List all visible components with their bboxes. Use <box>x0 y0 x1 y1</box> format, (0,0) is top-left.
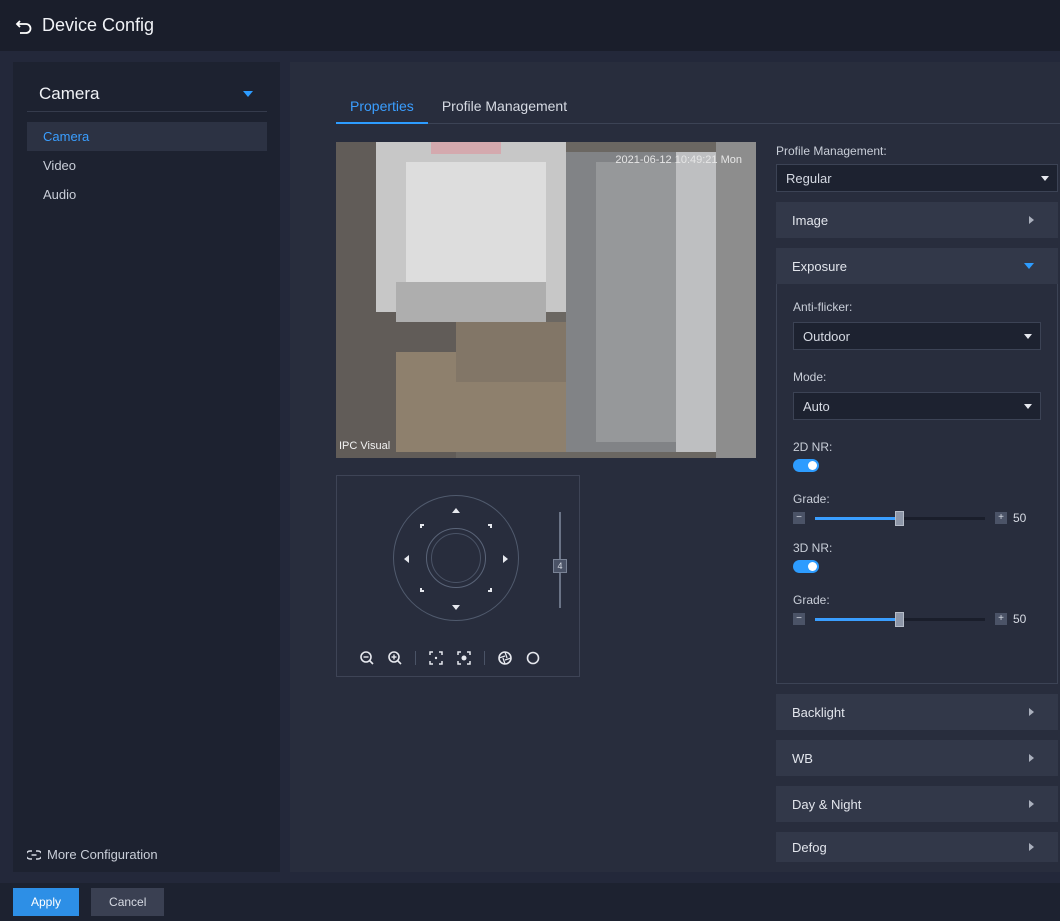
focus-near-icon[interactable] <box>456 650 472 666</box>
profile-select-value: Regular <box>786 170 832 186</box>
ptz-down-left-icon[interactable] <box>420 588 424 592</box>
decrease-icon[interactable]: − <box>793 613 805 625</box>
chevron-down-icon <box>1024 263 1034 269</box>
properties-panel: Profile Management: Regular Image Exposu… <box>776 142 1058 862</box>
profile-management-label: Profile Management: <box>776 144 887 158</box>
tab-bar: Properties Profile Management <box>336 92 1060 124</box>
page-title: Device Config <box>42 15 155 35</box>
link-icon <box>27 849 41 860</box>
sidebar: Camera Camera Video Audio More Configura… <box>13 62 280 872</box>
ptz-up-icon[interactable] <box>452 508 460 513</box>
iris-icon[interactable] <box>497 650 513 666</box>
ptz-control-panel: 4 <box>336 475 580 677</box>
video-channel-label: IPC Visual <box>339 440 391 452</box>
section-wb[interactable]: WB <box>776 740 1058 776</box>
mode-label: Mode: <box>793 370 827 384</box>
nr3d-toggle[interactable] <box>793 560 819 573</box>
section-wb-label: WB <box>792 750 813 766</box>
zoom-in-icon[interactable] <box>387 650 403 666</box>
toolbar-divider <box>484 651 485 665</box>
anti-flicker-select[interactable]: Outdoor <box>793 322 1041 350</box>
chevron-down-icon <box>1024 403 1032 409</box>
anti-flicker-label: Anti-flicker: <box>793 300 853 314</box>
chevron-right-icon <box>1029 800 1034 808</box>
decrease-icon[interactable]: − <box>793 512 805 524</box>
mode-value: Auto <box>803 398 830 414</box>
chevron-down-icon <box>243 90 253 97</box>
nr2d-toggle[interactable] <box>793 459 819 472</box>
chevron-right-icon <box>1029 843 1034 851</box>
chevron-right-icon <box>1029 216 1034 224</box>
section-image-label: Image <box>792 212 829 228</box>
grade2-slider[interactable] <box>815 611 985 627</box>
chevron-right-icon <box>1029 754 1034 762</box>
apply-button[interactable]: Apply <box>13 888 80 916</box>
nr3d-label: 3D NR: <box>793 541 833 555</box>
tab-properties[interactable]: Properties <box>336 92 428 124</box>
ptz-speed-value: 4 <box>553 559 567 573</box>
profile-select[interactable]: Regular <box>776 164 1058 192</box>
sidebar-menu: Camera Video Audio <box>27 122 267 209</box>
grade1-slider-row: − + 50 <box>793 510 1041 526</box>
camera-selector[interactable]: Camera <box>27 76 267 112</box>
cancel-button[interactable]: Cancel <box>91 888 165 916</box>
ptz-left-icon[interactable] <box>404 555 409 563</box>
video-frame <box>336 142 756 458</box>
grade1-slider[interactable] <box>815 510 985 526</box>
ptz-up-right-icon[interactable] <box>488 524 492 528</box>
toolbar-divider <box>415 651 416 665</box>
sidebar-item-camera[interactable]: Camera <box>27 122 267 151</box>
footer-bar: Apply Cancel <box>0 883 1060 921</box>
ptz-toolbar <box>359 650 553 666</box>
more-configuration-link[interactable]: More Configuration <box>27 847 158 862</box>
ptz-down-icon[interactable] <box>452 605 460 610</box>
ptz-down-right-icon[interactable] <box>488 588 492 592</box>
ptz-center[interactable] <box>426 528 486 588</box>
main-panel: Properties Profile Management 2021-06-12… <box>290 62 1060 872</box>
sidebar-item-audio[interactable]: Audio <box>27 180 267 209</box>
video-timestamp: 2021-06-12 10:49:21 Mon <box>615 154 742 166</box>
live-video-preview[interactable]: 2021-06-12 10:49:21 Mon IPC Visual <box>336 142 756 458</box>
tab-profile-management[interactable]: Profile Management <box>428 92 581 124</box>
section-day-night[interactable]: Day & Night <box>776 786 1058 822</box>
section-day-night-label: Day & Night <box>792 796 862 812</box>
anti-flicker-value: Outdoor <box>803 328 850 344</box>
grade2-label: Grade: <box>793 593 830 607</box>
grade2-slider-row: − + 50 <box>793 611 1041 627</box>
title-bar: Device Config <box>0 0 1060 51</box>
more-configuration-label: More Configuration <box>47 847 158 862</box>
camera-selector-label: Camera <box>39 83 100 103</box>
section-defog-label: Defog <box>792 839 827 855</box>
nr2d-label: 2D NR: <box>793 440 833 454</box>
section-backlight[interactable]: Backlight <box>776 694 1058 730</box>
sidebar-item-video[interactable]: Video <box>27 151 267 180</box>
exposure-settings: Anti-flicker: Outdoor Mode: Auto 2D NR: … <box>776 284 1058 684</box>
section-exposure[interactable]: Exposure <box>776 248 1058 284</box>
section-defog[interactable]: Defog <box>776 832 1058 862</box>
chevron-down-icon <box>1041 175 1049 181</box>
section-image[interactable]: Image <box>776 202 1058 238</box>
back-icon[interactable] <box>14 16 34 36</box>
mode-select[interactable]: Auto <box>793 392 1041 420</box>
section-exposure-label: Exposure <box>792 258 847 274</box>
ptz-up-left-icon[interactable] <box>420 524 424 528</box>
increase-icon[interactable]: + <box>995 613 1007 625</box>
ptz-direction-ring[interactable] <box>393 495 519 621</box>
grade1-value: 50 <box>1013 511 1027 525</box>
chevron-down-icon <box>1024 333 1032 339</box>
refresh-icon[interactable] <box>525 650 541 666</box>
chevron-right-icon <box>1029 708 1034 716</box>
grade1-label: Grade: <box>793 492 830 506</box>
section-backlight-label: Backlight <box>792 704 845 720</box>
ptz-right-icon[interactable] <box>503 555 508 563</box>
grade2-value: 50 <box>1013 612 1027 626</box>
focus-far-icon[interactable] <box>428 650 444 666</box>
zoom-out-icon[interactable] <box>359 650 375 666</box>
increase-icon[interactable]: + <box>995 512 1007 524</box>
